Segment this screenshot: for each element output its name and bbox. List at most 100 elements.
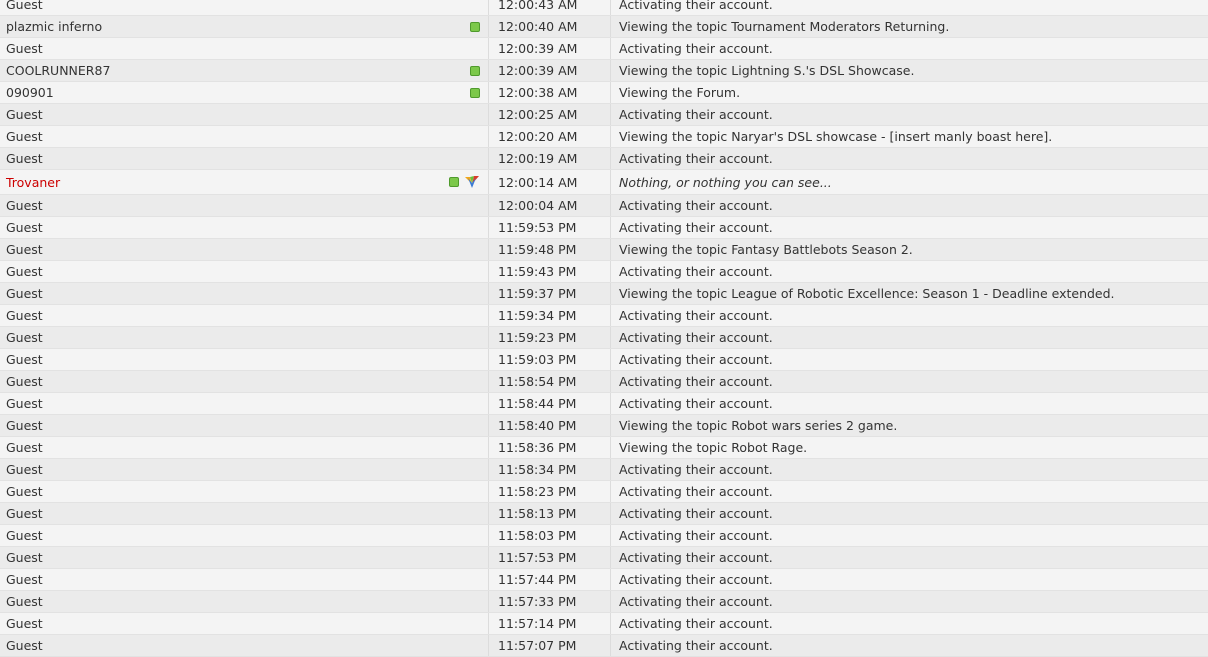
time-cell: 12:00:19 AM — [489, 148, 611, 169]
table-row: Guest 11:58:44 PM Activating their accou… — [0, 393, 1208, 415]
user-cell: Guest — [0, 371, 489, 392]
username-link[interactable]: Guest — [6, 352, 43, 367]
user-cell: Guest — [0, 393, 489, 414]
online-status-icon — [449, 177, 459, 187]
time-cell: 11:59:34 PM — [489, 305, 611, 326]
activity-cell: Viewing the topic Lightning S.'s DSL Sho… — [619, 63, 915, 78]
username-link[interactable]: plazmic inferno — [6, 19, 102, 34]
username-link[interactable]: Guest — [6, 374, 43, 389]
username-link[interactable]: Guest — [6, 220, 43, 235]
user-cell: Guest — [0, 635, 489, 656]
username-link[interactable]: Guest — [6, 198, 43, 213]
time-cell: 12:00:40 AM — [489, 16, 611, 37]
user-cell: Guest — [0, 481, 489, 502]
table-row: 090901 12:00:38 AM Viewing the Forum. — [0, 82, 1208, 104]
username-link[interactable]: Guest — [6, 396, 43, 411]
username-link[interactable]: Guest — [6, 550, 43, 565]
table-row: Guest 11:59:37 PM Viewing the topic Leag… — [0, 283, 1208, 305]
username-link[interactable]: Guest — [6, 506, 43, 521]
activity-cell: Activating their account. — [619, 550, 773, 565]
time-cell: 11:57:14 PM — [489, 613, 611, 634]
table-row: Guest 11:59:23 PM Activating their accou… — [0, 327, 1208, 349]
time-cell: 11:58:54 PM — [489, 371, 611, 392]
table-row: Guest 11:57:07 PM Activating their accou… — [0, 635, 1208, 657]
username-link[interactable]: Guest — [6, 528, 43, 543]
activity-cell: Viewing the Forum. — [619, 85, 741, 100]
user-cell: Guest — [0, 261, 489, 282]
table-row: Guest 12:00:19 AM Activating their accou… — [0, 148, 1208, 170]
time-cell: 11:58:44 PM — [489, 393, 611, 414]
user-cell: Guest — [0, 104, 489, 125]
user-cell: Guest — [0, 349, 489, 370]
username-link[interactable]: Guest — [6, 107, 43, 122]
activity-cell: Activating their account. — [619, 220, 773, 235]
activity-cell: Activating their account. — [619, 330, 773, 345]
time-cell: 11:59:43 PM — [489, 261, 611, 282]
user-cell: Guest — [0, 0, 489, 15]
username-link[interactable]: Guest — [6, 462, 43, 477]
table-row: Guest 11:58:54 PM Activating their accou… — [0, 371, 1208, 393]
time-cell: 11:57:33 PM — [489, 591, 611, 612]
activity-cell: Activating their account. — [619, 264, 773, 279]
member-badge-icon — [465, 176, 479, 188]
table-row: Guest 11:59:03 PM Activating their accou… — [0, 349, 1208, 371]
user-cell: Guest — [0, 415, 489, 436]
table-row: Guest 11:58:34 PM Activating their accou… — [0, 459, 1208, 481]
username-link[interactable]: Guest — [6, 264, 43, 279]
activity-cell: Viewing the topic Tournament Moderators … — [619, 19, 950, 34]
table-row: Guest 11:57:33 PM Activating their accou… — [0, 591, 1208, 613]
user-cell: Guest — [0, 305, 489, 326]
username-link[interactable]: Guest — [6, 308, 43, 323]
user-cell: COOLRUNNER87 — [0, 60, 489, 81]
activity-cell: Viewing the topic Robot wars series 2 ga… — [619, 418, 898, 433]
time-cell: 12:00:14 AM — [489, 170, 611, 194]
user-cell: Guest — [0, 613, 489, 634]
username-link[interactable]: Trovaner — [6, 175, 60, 190]
username-link[interactable]: Guest — [6, 484, 43, 499]
time-cell: 11:58:34 PM — [489, 459, 611, 480]
username-link[interactable]: Guest — [6, 638, 43, 653]
username-link[interactable]: Guest — [6, 616, 43, 631]
time-cell: 11:58:40 PM — [489, 415, 611, 436]
username-link[interactable]: Guest — [6, 129, 43, 144]
time-cell: 11:59:48 PM — [489, 239, 611, 260]
username-link[interactable]: Guest — [6, 572, 43, 587]
username-link[interactable]: COOLRUNNER87 — [6, 63, 110, 78]
activity-cell: Activating their account. — [619, 374, 773, 389]
activity-cell: Viewing the topic Naryar's DSL showcase … — [619, 129, 1053, 144]
activity-cell: Activating their account. — [619, 484, 773, 499]
username-link[interactable]: Guest — [6, 330, 43, 345]
username-link[interactable]: Guest — [6, 418, 43, 433]
table-row: Trovaner 12:00:14 AM Nothing, or nothing… — [0, 170, 1208, 195]
username-link[interactable]: Guest — [6, 242, 43, 257]
username-link[interactable]: Guest — [6, 286, 43, 301]
activity-cell: Activating their account. — [619, 506, 773, 521]
username-link[interactable]: Guest — [6, 0, 43, 12]
table-row: Guest 11:59:53 PM Activating their accou… — [0, 217, 1208, 239]
user-cell: Guest — [0, 459, 489, 480]
table-row: COOLRUNNER87 12:00:39 AM Viewing the top… — [0, 60, 1208, 82]
time-cell: 11:58:03 PM — [489, 525, 611, 546]
table-row: Guest 12:00:43 AM Activating their accou… — [0, 0, 1208, 16]
activity-cell: Activating their account. — [619, 151, 773, 166]
user-cell: Guest — [0, 239, 489, 260]
username-link[interactable]: Guest — [6, 594, 43, 609]
username-link[interactable]: Guest — [6, 440, 43, 455]
table-row: Guest 11:58:03 PM Activating their accou… — [0, 525, 1208, 547]
time-cell: 12:00:39 AM — [489, 60, 611, 81]
online-status-icon — [470, 21, 480, 32]
activity-cell: Viewing the topic Fantasy Battlebots Sea… — [619, 242, 913, 257]
time-cell: 11:58:23 PM — [489, 481, 611, 502]
time-cell: 11:58:13 PM — [489, 503, 611, 524]
username-link[interactable]: 090901 — [6, 85, 54, 100]
table-row: Guest 11:58:36 PM Viewing the topic Robo… — [0, 437, 1208, 459]
username-link[interactable]: Guest — [6, 151, 43, 166]
table-row: Guest 11:59:43 PM Activating their accou… — [0, 261, 1208, 283]
time-cell: 11:57:07 PM — [489, 635, 611, 656]
activity-cell: Activating their account. — [619, 308, 773, 323]
activity-cell: Activating their account. — [619, 528, 773, 543]
activity-cell: Activating their account. — [619, 41, 773, 56]
user-cell: Guest — [0, 148, 489, 169]
username-link[interactable]: Guest — [6, 41, 43, 56]
user-cell: Guest — [0, 195, 489, 216]
